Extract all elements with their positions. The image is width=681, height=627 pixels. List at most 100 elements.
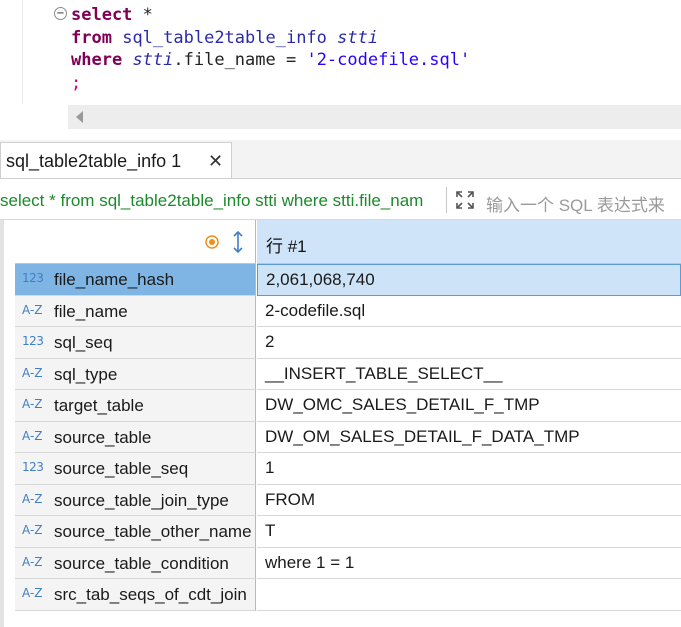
- code-line[interactable]: ;: [71, 72, 470, 95]
- tab-label: sql_table2table_info 1: [6, 151, 182, 171]
- code-token: .file_name =: [173, 50, 307, 70]
- table-row[interactable]: 123 source_table_seq 1: [0, 453, 681, 485]
- code-line[interactable]: where stti.file_name = '2-codefile.sql': [71, 49, 470, 72]
- code-token: sql_table2table_info: [122, 27, 327, 48]
- column-name: source_table_other_name: [54, 522, 252, 541]
- column-header-label: 行 #1: [266, 237, 307, 256]
- cell-value: T: [265, 521, 276, 540]
- expand-icon[interactable]: [455, 190, 475, 210]
- text-type-icon: A-Z: [22, 491, 43, 506]
- cell-value: 2-codefile.sql: [265, 300, 366, 320]
- filter-input[interactable]: 输入一个 SQL 表达式来: [486, 191, 665, 216]
- text-type-icon: A-Z: [22, 428, 43, 443]
- cell-value: __INSERT_TABLE_SELECT__: [265, 363, 503, 383]
- text-type-icon: A-Z: [22, 523, 43, 537]
- value-cell[interactable]: DW_OM_SALES_DETAIL_F_DATA_TMP: [257, 421, 681, 453]
- table-row[interactable]: A-Z source_table_other_name T: [0, 516, 681, 548]
- cell-value: DW_OMC_SALES_DETAIL_F_TMP: [265, 395, 540, 414]
- value-cell[interactable]: DW_OMC_SALES_DETAIL_F_TMP: [257, 390, 681, 422]
- results-tab-bar: sql_table2table_info 1 ✕: [0, 140, 681, 179]
- record-marker-icon[interactable]: [205, 235, 219, 249]
- code-token: select: [71, 5, 133, 25]
- column-name: source_table_seq: [54, 459, 189, 478]
- current-query-text[interactable]: select * from sql_table2table_info stti …: [0, 191, 443, 211]
- column-name: file_name_hash: [54, 270, 175, 289]
- record-grid: 行 #1 123 file_name_hash 2,061,068,740 A-Z fi…: [0, 220, 681, 627]
- table-row[interactable]: A-Z target_table DW_OMC_SALES_DETAIL_F_TMP: [0, 390, 681, 422]
- row-name-cell[interactable]: A-Z source_table_condition: [15, 547, 256, 579]
- row-name-cell[interactable]: A-Z target_table: [15, 390, 256, 422]
- column-name: target_table: [54, 396, 144, 415]
- table-row[interactable]: A-Z source_table DW_OM_SALES_DETAIL_F_DATA…: [0, 421, 681, 453]
- column-name: file_name: [54, 301, 128, 321]
- row-name-cell[interactable]: A-Z file_name: [15, 295, 256, 327]
- editor-gutter: [22, 0, 23, 104]
- filter-bar: select * from sql_table2table_info stti …: [0, 181, 681, 220]
- sql-editor[interactable]: − select * from sql_table2table_info stti…: [0, 0, 681, 130]
- numeric-type-icon: 123: [22, 271, 44, 285]
- editor-horizontal-scrollbar[interactable]: [68, 105, 681, 129]
- fold-toggle-icon[interactable]: −: [54, 7, 67, 20]
- tab-sql-table2table-info[interactable]: sql_table2table_info 1 ✕: [0, 142, 232, 178]
- value-cell[interactable]: __INSERT_TABLE_SELECT__: [257, 358, 681, 390]
- cell-value: 2,061,068,740: [266, 270, 375, 289]
- code-token: stti: [337, 27, 379, 48]
- value-cell[interactable]: 1: [257, 453, 681, 485]
- grid-corner: [15, 220, 256, 264]
- code-line[interactable]: from sql_table2table_info stti: [71, 27, 470, 50]
- value-cell[interactable]: T: [257, 516, 681, 548]
- code-token: '2-codefile.sql': [306, 50, 471, 70]
- sort-arrows-icon[interactable]: [231, 230, 245, 254]
- sql-code[interactable]: select * from sql_table2table_info stti wh…: [71, 4, 470, 94]
- table-row[interactable]: A-Z source_table_join_type FROM: [0, 484, 681, 516]
- column-header-row-1[interactable]: 行 #1: [257, 220, 681, 264]
- numeric-type-icon: 123: [22, 460, 44, 474]
- text-type-icon: A-Z: [22, 365, 43, 380]
- code-token: stti: [132, 50, 174, 70]
- table-row[interactable]: 123 sql_seq 2: [0, 327, 681, 359]
- row-name-cell[interactable]: A-Z source_table_other_name: [15, 516, 256, 548]
- column-name: source_table_join_type: [54, 490, 229, 510]
- column-name: sql_type: [54, 364, 118, 384]
- column-name: sql_seq: [54, 333, 113, 352]
- cell-value: DW_OM_SALES_DETAIL_F_DATA_TMP: [265, 426, 580, 446]
- row-name-cell[interactable]: A-Z source_table_join_type: [15, 484, 256, 516]
- grid-header-row: 行 #1: [0, 220, 681, 264]
- text-type-icon: A-Z: [22, 302, 43, 317]
- table-row[interactable]: A-Z sql_type __INSERT_TABLE_SELECT__: [0, 358, 681, 390]
- table-row[interactable]: 123 file_name_hash 2,061,068,740: [0, 264, 681, 296]
- text-type-icon: A-Z: [22, 397, 43, 411]
- value-cell[interactable]: where 1 = 1: [257, 547, 681, 579]
- column-name: src_tab_seqs_of_cdt_join: [54, 585, 247, 604]
- cell-value: 1: [265, 458, 275, 477]
- code-token: from: [71, 27, 112, 48]
- table-row[interactable]: A-Z source_table_condition where 1 = 1: [0, 547, 681, 579]
- table-row[interactable]: A-Z src_tab_seqs_of_cdt_join: [0, 579, 681, 611]
- value-cell[interactable]: [257, 579, 681, 611]
- code-token: *: [132, 5, 153, 25]
- value-cell[interactable]: 2,061,068,740: [257, 264, 681, 296]
- table-row[interactable]: A-Z file_name 2-codefile.sql: [0, 295, 681, 327]
- row-name-cell[interactable]: A-Z src_tab_seqs_of_cdt_join: [15, 579, 256, 611]
- scroll-left-icon[interactable]: [76, 111, 83, 123]
- row-name-cell[interactable]: 123 sql_seq: [15, 327, 256, 359]
- column-name: source_table_condition: [54, 553, 229, 573]
- cell-value: 2: [265, 332, 275, 351]
- text-type-icon: A-Z: [22, 554, 43, 569]
- code-token: where: [71, 50, 123, 70]
- cell-value: where 1 = 1: [265, 552, 355, 572]
- code-line[interactable]: select *: [71, 4, 470, 27]
- row-name-cell[interactable]: A-Z sql_type: [15, 358, 256, 390]
- cell-value: FROM: [265, 489, 316, 509]
- close-icon[interactable]: ✕: [208, 151, 223, 172]
- value-cell[interactable]: FROM: [257, 484, 681, 516]
- row-name-cell[interactable]: A-Z source_table: [15, 421, 256, 453]
- value-cell[interactable]: 2-codefile.sql: [257, 295, 681, 327]
- value-cell[interactable]: 2: [257, 327, 681, 359]
- row-name-cell[interactable]: 123 source_table_seq: [15, 453, 256, 485]
- column-name: source_table: [54, 427, 152, 447]
- row-name-cell[interactable]: 123 file_name_hash: [15, 264, 256, 296]
